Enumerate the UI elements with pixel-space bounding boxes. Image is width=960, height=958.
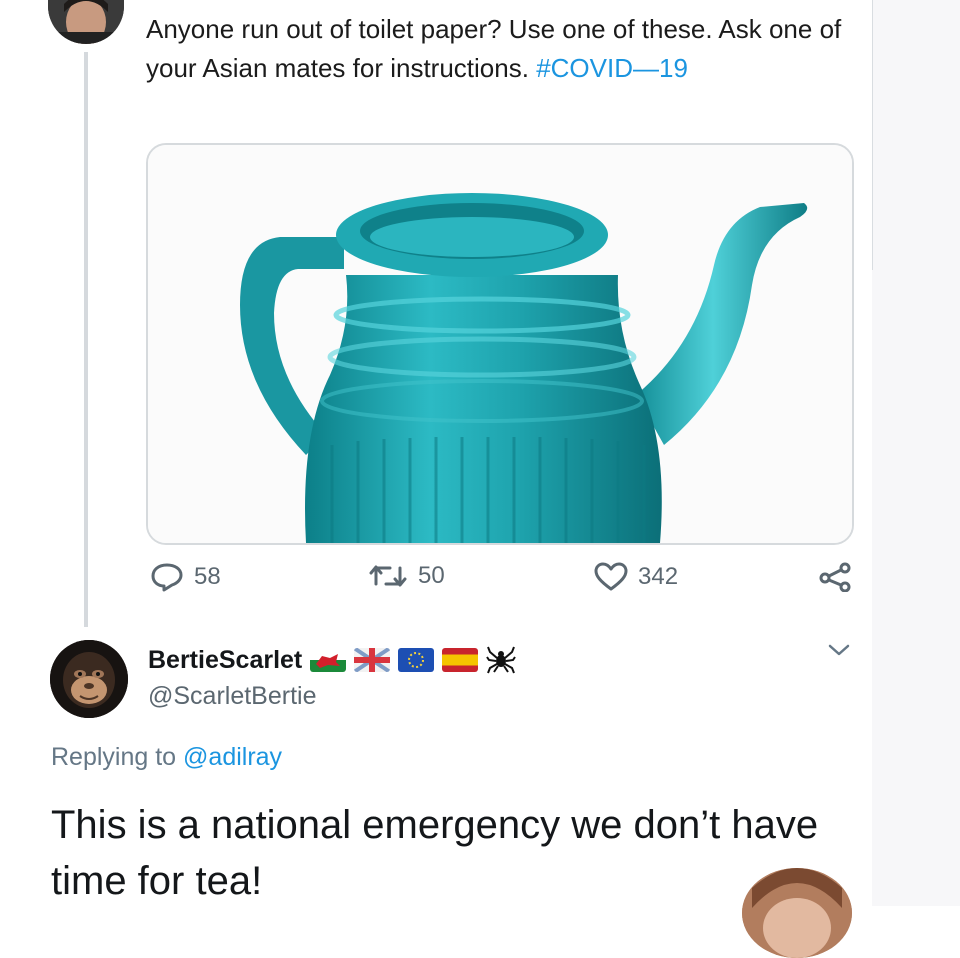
retweet-action[interactable]: 50	[368, 562, 445, 590]
replying-to-line: Replying to @adilray	[51, 743, 282, 772]
partial-avatar[interactable]	[742, 868, 852, 958]
display-name-text: BertieScarlet	[148, 645, 303, 674]
replier-avatar[interactable]	[50, 640, 128, 718]
thread-connector	[84, 52, 88, 627]
share-icon	[819, 562, 851, 592]
chevron-down-icon[interactable]	[826, 640, 852, 660]
retweet-count: 50	[418, 562, 445, 589]
wales-flag-icon	[310, 648, 347, 672]
tweet-text: Anyone run out of toilet paper? Use one …	[146, 10, 856, 88]
reply-text: This is a national emergency we don’t ha…	[51, 803, 819, 903]
like-count: 342	[638, 563, 679, 590]
eu-flag-icon	[398, 648, 435, 672]
tweet-body: Anyone run out of toilet paper? Use one …	[146, 14, 842, 83]
reply-icon	[151, 563, 183, 592]
like-action[interactable]: 342	[594, 562, 678, 592]
author-avatar[interactable]	[48, 0, 124, 44]
replying-to-mention[interactable]: @adilray	[183, 743, 282, 771]
teal-pot-image	[148, 145, 852, 543]
spider-icon	[486, 646, 517, 674]
panel-divider	[872, 0, 873, 270]
replier-handle[interactable]: @ScarletBertie	[148, 682, 317, 711]
retweet-icon	[369, 565, 407, 587]
heart-icon	[594, 562, 628, 591]
replying-prefix: Replying to	[51, 743, 177, 771]
hashtag-link[interactable]: #COVID—19	[536, 53, 688, 83]
share-action[interactable]	[818, 562, 852, 592]
adjacent-panel	[872, 0, 960, 906]
tweet-media-image[interactable]	[146, 143, 854, 545]
reply-count: 58	[194, 563, 221, 590]
spain-flag-icon	[442, 648, 479, 672]
replier-display-name[interactable]: BertieScarlet	[148, 645, 517, 675]
uk-flag-icon	[354, 648, 391, 672]
reply-action[interactable]: 58	[150, 562, 221, 592]
